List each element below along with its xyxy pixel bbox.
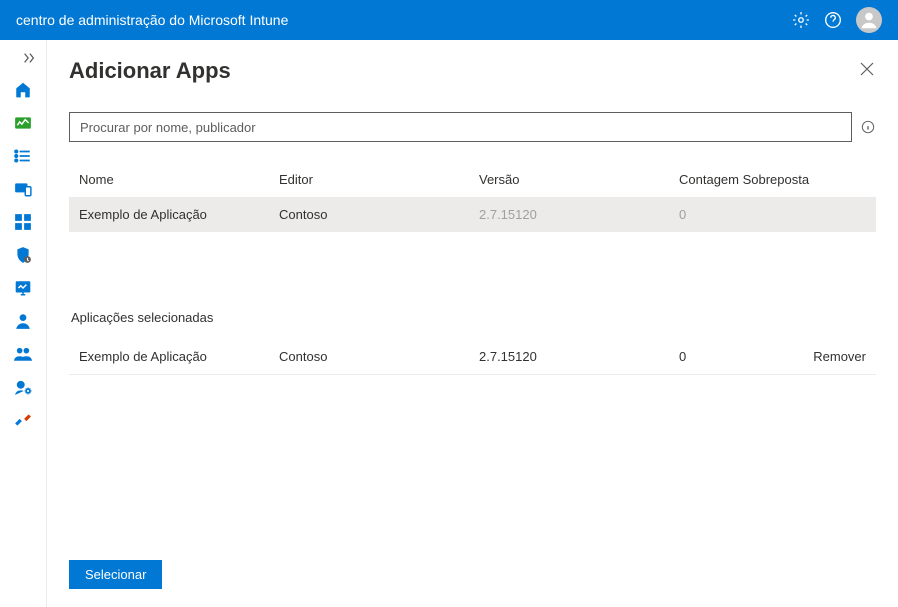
apps-table-header: Nome Editor Versão Contagem Sobreposta	[69, 172, 876, 197]
app-header: centro de administração do Microsoft Int…	[0, 0, 898, 40]
selected-cell-publisher: Contoso	[279, 349, 479, 364]
cell-name: Exemplo de Aplicação	[79, 207, 279, 222]
help-icon[interactable]	[824, 11, 842, 29]
nav-list-icon[interactable]	[0, 140, 46, 171]
cell-count: 0	[679, 207, 866, 222]
select-button[interactable]: Selecionar	[69, 560, 162, 589]
sidebar-collapse-toggle[interactable]	[0, 44, 46, 72]
cell-publisher: Contoso	[279, 207, 479, 222]
nav-dashboard-icon[interactable]	[0, 107, 46, 138]
selected-cell-name: Exemplo de Aplicação	[79, 349, 279, 364]
close-button[interactable]	[858, 60, 876, 81]
sidebar	[0, 40, 47, 607]
apps-table-row[interactable]: Exemplo de Aplicação Contoso 2.7.15120 0	[69, 197, 876, 232]
nav-devices-icon[interactable]	[0, 173, 46, 204]
col-header-name: Nome	[79, 172, 279, 187]
col-header-version: Versão	[479, 172, 679, 187]
header-actions	[792, 7, 882, 33]
selected-cell-version: 2.7.15120	[479, 349, 679, 364]
info-icon[interactable]	[860, 119, 876, 135]
nav-security-icon[interactable]	[0, 239, 46, 270]
nav-tenant-icon[interactable]	[0, 371, 46, 402]
selected-section-label: Aplicações selecionadas	[69, 310, 876, 325]
remove-link[interactable]: Remover	[796, 349, 866, 364]
app-title: centro de administração do Microsoft Int…	[16, 12, 288, 28]
selected-apps-row: Exemplo de Aplicação Contoso 2.7.15120 0…	[69, 339, 876, 375]
col-header-publisher: Editor	[279, 172, 479, 187]
settings-icon[interactable]	[792, 11, 810, 29]
cell-version: 2.7.15120	[479, 207, 679, 222]
selected-cell-count: 0	[679, 349, 796, 364]
nav-apps-icon[interactable]	[0, 206, 46, 237]
nav-troubleshoot-icon[interactable]	[0, 404, 46, 435]
nav-users-icon[interactable]	[0, 305, 46, 336]
col-header-count: Contagem Sobreposta	[679, 172, 866, 187]
nav-home-icon[interactable]	[0, 74, 46, 105]
content-area: Adicionar Apps Nome Editor Versão Contag…	[47, 40, 898, 607]
nav-reports-icon[interactable]	[0, 272, 46, 303]
nav-groups-icon[interactable]	[0, 338, 46, 369]
page-title: Adicionar Apps	[69, 58, 231, 84]
search-input[interactable]	[69, 112, 852, 142]
user-avatar[interactable]	[856, 7, 882, 33]
